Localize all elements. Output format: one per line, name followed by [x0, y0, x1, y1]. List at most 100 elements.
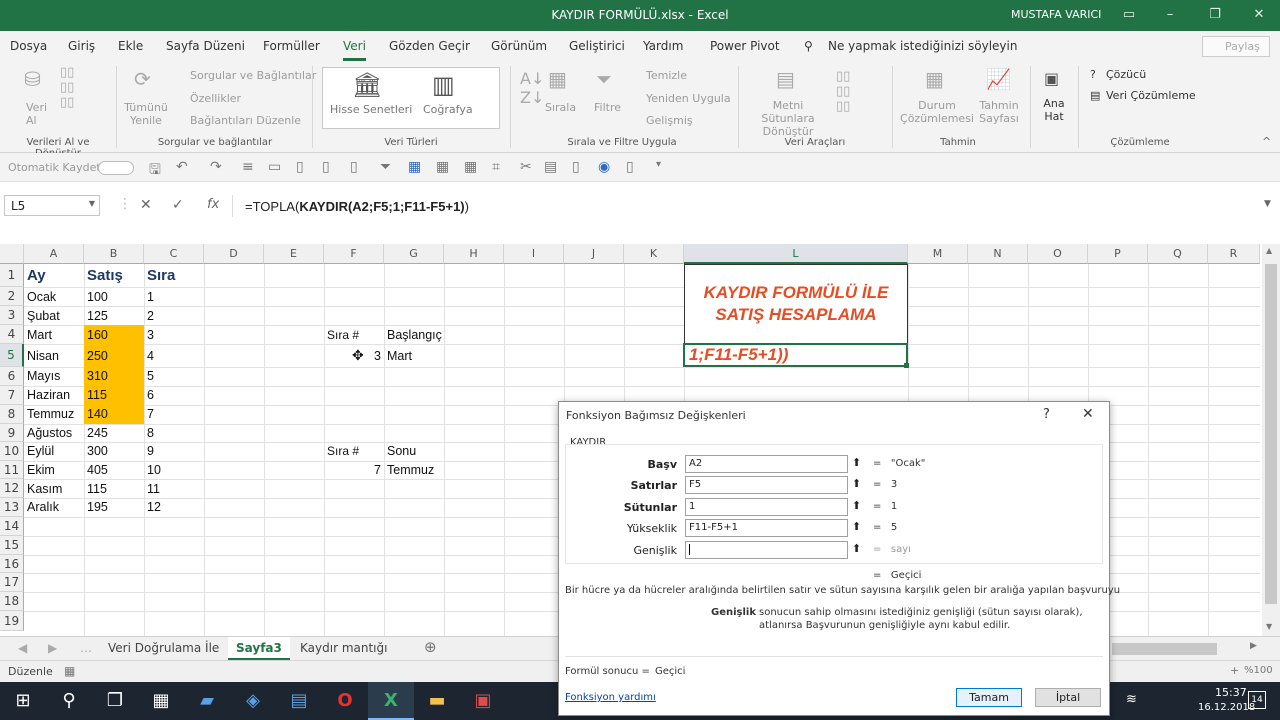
collapse-range-icon[interactable]: ⬆ [847, 519, 865, 537]
cell-a1[interactable]: Ay [27, 267, 46, 284]
queries-connections-button[interactable]: Sorgular ve Bağlantılar [190, 69, 316, 82]
add-sheet-icon[interactable]: ⊕ [424, 638, 437, 656]
zoom-level[interactable]: %100 [1244, 665, 1273, 676]
cell-g4[interactable]: Başlangıç [387, 328, 442, 342]
crop-icon[interactable]: ⌗ [492, 159, 500, 175]
network-app-icon[interactable]: ▤ [276, 682, 322, 720]
cell-g5[interactable]: Mart [387, 349, 412, 363]
tab-veri[interactable]: Veri [343, 39, 366, 61]
row-header[interactable]: 14 [0, 517, 24, 536]
edit-links-button[interactable]: Bağlantıları Düzenle [190, 114, 301, 127]
cell-a6[interactable]: Mayıs [27, 369, 60, 383]
cell-b2[interactable]: 100 [87, 290, 108, 304]
clear-button[interactable]: Temizle [646, 69, 687, 82]
next-sheet-icon[interactable]: ▶ [48, 641, 57, 655]
insert-function-icon[interactable]: fx [207, 197, 219, 212]
row-header[interactable]: 13 [0, 498, 24, 517]
tab-yardim[interactable]: Yardım [643, 39, 683, 53]
cell-f11[interactable]: 7 [374, 463, 381, 477]
column-header[interactable]: L [684, 244, 908, 264]
autosave-toggle[interactable] [98, 161, 134, 175]
tab-power-pivot[interactable]: Power Pivot [710, 39, 780, 53]
column-header[interactable]: R [1208, 244, 1260, 264]
filter-icon[interactable]: ⏷ [380, 159, 391, 175]
customize-icon[interactable]: ▾ [656, 159, 661, 170]
cell-f10[interactable]: Sıra # [327, 444, 359, 458]
row-header[interactable]: 2 [0, 287, 24, 306]
row-header[interactable]: 5 [0, 344, 24, 367]
geography-button[interactable]: Coğrafya [423, 103, 473, 116]
windows-start-icon[interactable]: ⊞ [0, 682, 46, 720]
cancel-button[interactable]: İptal [1035, 688, 1101, 707]
outline-button[interactable]: Ana Hat [1040, 97, 1068, 123]
share-button[interactable]: Paylaş [1202, 36, 1270, 57]
column-header[interactable]: P [1088, 244, 1148, 264]
save-icon[interactable]: 🖫 [149, 159, 161, 183]
row-header[interactable]: 16 [0, 555, 24, 573]
cell-b10[interactable]: 300 [87, 444, 108, 458]
file-explorer-icon[interactable]: ▬ [414, 682, 460, 720]
row-header[interactable]: 4 [0, 325, 24, 344]
advanced-button[interactable]: Gelişmiş [646, 114, 693, 127]
row-header[interactable]: 18 [0, 592, 24, 611]
stocks-button[interactable]: Hisse Senetleri [330, 103, 412, 116]
clock-date[interactable]: 16.12.2018 [1198, 702, 1255, 713]
expand-formula-icon[interactable]: ▼ [1264, 199, 1271, 209]
cell-b5[interactable]: 250 [87, 349, 108, 363]
collapse-range-icon[interactable]: ⬆ [847, 498, 865, 516]
column-header[interactable]: E [264, 244, 324, 264]
copy-icon[interactable]: ▯ [350, 159, 358, 175]
cut-icon[interactable]: ✂ [520, 159, 532, 175]
tab-dosya[interactable]: Dosya [10, 39, 47, 53]
arg-input-sutunlar[interactable]: 1 [685, 498, 865, 516]
row-header[interactable]: 12 [0, 479, 24, 498]
scroll-right-icon[interactable]: ▶ [1250, 641, 1257, 651]
grid-icon[interactable]: ▦ [436, 159, 449, 175]
scroll-up-icon[interactable]: ▲ [1266, 246, 1272, 255]
store-icon[interactable]: ◈ [230, 682, 276, 720]
column-header[interactable]: I [504, 244, 564, 264]
redo-icon[interactable]: ↷ [210, 159, 222, 175]
cell-b6[interactable]: 310 [87, 369, 108, 383]
row-header[interactable]: 11 [0, 461, 24, 479]
column-header[interactable]: O [1028, 244, 1088, 264]
function-help-link[interactable]: Fonksiyon yardımı [565, 692, 656, 703]
cell-c11[interactable]: 10 [147, 463, 161, 477]
cell-b11[interactable]: 405 [87, 463, 108, 477]
cell-a12[interactable]: Kasım [27, 482, 62, 496]
column-header[interactable]: M [908, 244, 968, 264]
get-data-button[interactable]: Veri Al [26, 101, 50, 127]
cell-c6[interactable]: 5 [147, 369, 154, 383]
formula-input[interactable]: =TOPLA(KAYDIR(A2;F5;1;F11-F5+1)) [245, 199, 469, 214]
notification-badge[interactable]: 14 [1248, 691, 1266, 709]
restore-icon[interactable]: ❐ [1200, 4, 1230, 26]
cell-g11[interactable]: Temmuz [387, 463, 434, 477]
cell-a10[interactable]: Eylül [27, 444, 54, 458]
row-header[interactable]: 15 [0, 536, 24, 555]
sort-az-icon[interactable]: A↓ Z↓ [520, 69, 544, 107]
collapse-range-icon[interactable]: ⬆ [847, 541, 865, 559]
cell-c9[interactable]: 8 [147, 426, 154, 440]
paste-icon[interactable]: ▤ [544, 159, 557, 175]
tab-sayfa-duzeni[interactable]: Sayfa Düzeni [166, 39, 245, 53]
refresh-all-button[interactable]: Tümünü Yenile [123, 101, 169, 127]
horizontal-scroll-thumb[interactable] [1112, 643, 1217, 655]
column-header[interactable]: A [24, 244, 84, 264]
solver-button[interactable]: Çözücü [1106, 68, 1146, 81]
scroll-thumb[interactable] [1265, 264, 1277, 604]
sheet-tab-kaydir-mantigi[interactable]: Kaydır mantığı [300, 641, 387, 655]
cell-b3[interactable]: 125 [87, 309, 108, 323]
help-icon[interactable]: ? [1043, 407, 1050, 422]
select-all-corner[interactable] [0, 244, 24, 264]
row-header[interactable]: 17 [0, 573, 24, 592]
collapse-ribbon-icon[interactable]: ^ [1262, 135, 1271, 148]
camera-icon[interactable]: ◉ [598, 159, 610, 175]
row-header[interactable]: 6 [0, 367, 24, 386]
clipboard-icon[interactable]: ▯ [626, 159, 634, 175]
cell-c5[interactable]: 4 [147, 349, 154, 363]
row-header[interactable]: 8 [0, 405, 24, 424]
chevron-down-icon[interactable]: ▼ [89, 199, 95, 208]
cell-c10[interactable]: 9 [147, 444, 154, 458]
tab-formuller[interactable]: Formüller [263, 39, 320, 53]
vertical-scrollbar[interactable]: ▲ ▼ [1262, 244, 1280, 636]
